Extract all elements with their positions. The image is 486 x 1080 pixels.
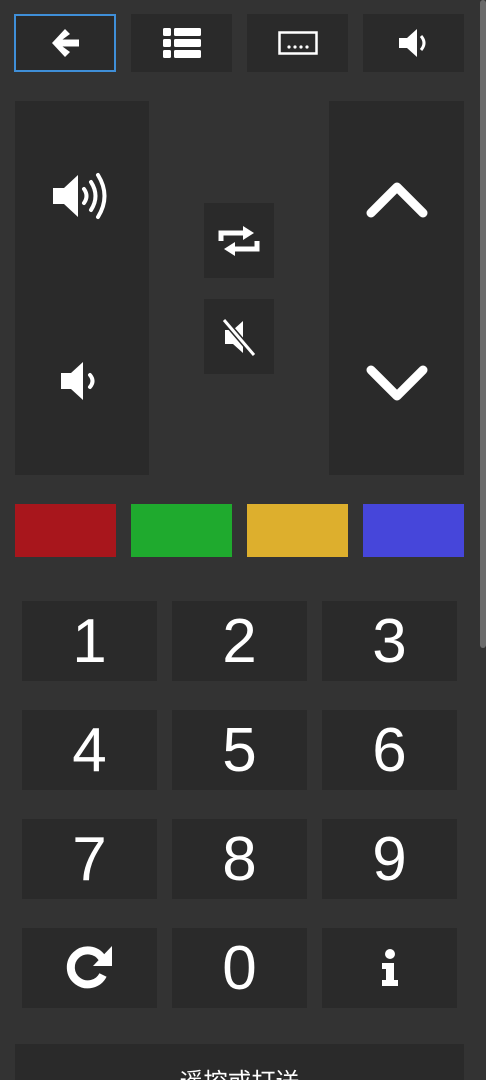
audio-track-button[interactable]: [363, 14, 464, 72]
digit-label: 9: [372, 824, 407, 894]
volume-down-button[interactable]: [15, 341, 149, 421]
channel-up-button[interactable]: [329, 161, 464, 236]
bottom-action-bar[interactable]: 遥控或打送: [15, 1044, 464, 1080]
chevron-down-icon: [366, 365, 427, 400]
yellow-key-button[interactable]: [247, 504, 348, 557]
digit-label: 2: [222, 606, 257, 676]
list-icon: [162, 28, 201, 58]
digit-6-button[interactable]: 6: [322, 710, 457, 790]
volume-up-button[interactable]: [15, 156, 149, 236]
digit-7-button[interactable]: 7: [22, 819, 157, 899]
digit-label: 6: [372, 715, 407, 785]
refresh-button[interactable]: [22, 928, 157, 1008]
arrow-left-icon: [52, 29, 79, 57]
menu-list-button[interactable]: [131, 14, 232, 72]
digit-2-button[interactable]: 2: [172, 601, 307, 681]
refresh-icon: [66, 946, 112, 989]
bottom-bar-label: 遥控或打送: [180, 1062, 300, 1080]
subtitles-icon: [277, 31, 318, 55]
volume-down-icon: [61, 362, 95, 400]
channel-panel: [329, 101, 464, 475]
info-button[interactable]: [322, 928, 457, 1008]
digit-0-button[interactable]: 0: [172, 928, 307, 1008]
digit-label: 5: [222, 715, 257, 785]
digit-label: 8: [222, 824, 257, 894]
back-button[interactable]: [14, 14, 116, 72]
digit-5-button[interactable]: 5: [172, 710, 307, 790]
subtitles-button[interactable]: [247, 14, 348, 72]
scrollbar-thumb[interactable]: [480, 0, 486, 648]
digit-8-button[interactable]: 8: [172, 819, 307, 899]
speaker-icon: [398, 29, 425, 57]
digit-label: 4: [72, 715, 107, 785]
red-key-button[interactable]: [15, 504, 116, 557]
repeat-icon: [218, 225, 260, 256]
blue-key-button[interactable]: [363, 504, 464, 557]
channel-down-button[interactable]: [329, 346, 464, 421]
digit-label: 7: [72, 824, 107, 894]
digit-4-button[interactable]: 4: [22, 710, 157, 790]
green-key-button[interactable]: [131, 504, 232, 557]
digit-9-button[interactable]: 9: [322, 819, 457, 899]
info-icon: [381, 949, 398, 986]
digit-label: 0: [222, 933, 257, 1003]
digit-3-button[interactable]: 3: [322, 601, 457, 681]
remote-control-page: 1 2 3 4 5 6 7 8 9 0 遥控或打送: [0, 0, 486, 1080]
mute-icon: [221, 317, 257, 357]
repeat-button[interactable]: [204, 203, 274, 278]
digit-label: 3: [372, 606, 407, 676]
volume-panel: [15, 101, 149, 475]
volume-up-icon: [53, 173, 107, 219]
digit-label: 1: [72, 606, 107, 676]
mute-button[interactable]: [204, 299, 274, 374]
digit-1-button[interactable]: 1: [22, 601, 157, 681]
chevron-up-icon: [366, 182, 427, 217]
